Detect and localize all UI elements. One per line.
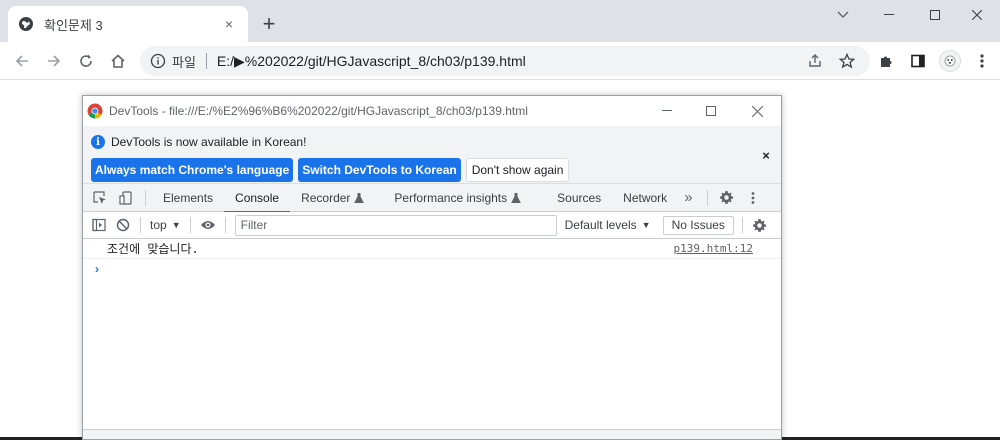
address-bar[interactable]: 파일 E:/▶%202022/git/HGJavascript_8/ch03/p… [140, 46, 870, 76]
maximize-button[interactable] [912, 0, 958, 30]
new-tab-button[interactable]: + [258, 13, 280, 35]
issues-button[interactable]: No Issues [662, 215, 734, 235]
tab-title: 확인문제 3 [44, 17, 103, 33]
url-text[interactable]: E:/▶%202022/git/HGJavascript_8/ch03/p139… [217, 53, 526, 70]
live-expression-eye-icon[interactable] [196, 212, 220, 238]
devtools-minimize-button[interactable] [645, 96, 689, 126]
file-scheme-label: 파일 [172, 54, 196, 70]
devtools-maximize-button[interactable] [689, 96, 733, 126]
context-selector[interactable]: top ▼ [146, 218, 185, 232]
context-selector-value: top [150, 218, 167, 232]
settings-gear-icon[interactable] [714, 184, 740, 212]
globe-icon [18, 16, 34, 32]
log-message: 조건에 맞습니다. [107, 242, 199, 256]
device-toolbar-icon[interactable] [113, 184, 139, 212]
chrome-menu-icon[interactable] [970, 49, 994, 73]
console-settings-gear-icon[interactable] [748, 212, 772, 238]
tab-strip: 확인문제 3 × + [0, 0, 1000, 42]
flask-icon [354, 192, 365, 203]
tabs-separator [706, 189, 708, 206]
inspect-element-icon[interactable] [87, 184, 113, 212]
clear-console-icon[interactable] [111, 212, 135, 238]
log-source-link[interactable]: p139.html:12 [674, 242, 753, 255]
tab-performance-insights[interactable]: Performance insights [383, 184, 532, 212]
minimize-button[interactable] [866, 0, 912, 30]
toolbar-separator [224, 217, 226, 233]
console-log-row: 조건에 맞습니다. p139.html:12 [83, 239, 781, 259]
devtools-window: DevTools - file:///E:/%E2%96%B6%202022/g… [82, 95, 782, 440]
profile-avatar[interactable] [938, 49, 962, 73]
log-levels-dropdown[interactable]: Default levels ▼ [565, 218, 651, 232]
browser-tab[interactable]: 확인문제 3 × [8, 6, 248, 42]
site-info-icon[interactable] [150, 53, 166, 69]
tab-network[interactable]: Network [612, 184, 678, 212]
tab-recorder[interactable]: Recorder [290, 184, 375, 212]
close-window-button[interactable] [954, 0, 1000, 30]
infobar-close-icon[interactable]: × [759, 148, 773, 163]
tab-sources[interactable]: Sources [546, 184, 612, 212]
console-toolbar: top ▼ Filter Default levels ▼ No Issues [83, 212, 781, 239]
bookmark-star-icon[interactable] [836, 50, 858, 72]
sidebar-toggle-icon[interactable] [87, 212, 111, 238]
home-icon[interactable] [106, 49, 130, 73]
browser-toolbar: 파일 E:/▶%202022/git/HGJavascript_8/ch03/p… [0, 42, 1000, 80]
devtools-titlebar[interactable]: DevTools - file:///E:/%E2%96%B6%202022/g… [83, 96, 781, 126]
devtools-panel-tabs: Elements Console Recorder Performance in… [83, 184, 781, 213]
language-infobar: i DevTools is now available in Korean! A… [83, 126, 781, 184]
flask-icon [511, 192, 521, 203]
chrome-logo-icon [87, 103, 103, 119]
more-tabs-button[interactable]: » [678, 184, 698, 212]
infobar-message: DevTools is now available in Korean! [111, 135, 307, 149]
toolbar-separator [140, 217, 141, 233]
omnibox-separator [205, 53, 207, 69]
devtools-close-button[interactable] [735, 96, 779, 126]
reload-icon[interactable] [74, 49, 98, 73]
tab-elements[interactable]: Elements [152, 184, 224, 212]
toolbar-separator [741, 217, 743, 233]
always-match-language-button[interactable]: Always match Chrome's language [91, 158, 294, 182]
caret-down-icon: ▼ [641, 220, 651, 230]
side-panel-icon[interactable] [906, 49, 930, 73]
tabs-separator [145, 189, 146, 206]
forward-arrow-icon[interactable] [42, 49, 66, 73]
filter-input[interactable]: Filter [234, 214, 557, 236]
tab-recorder-label: Recorder [301, 190, 351, 205]
tab-search-icon[interactable] [820, 0, 866, 30]
console-prompt-chevron-icon[interactable]: › [91, 261, 103, 277]
dont-show-again-button[interactable]: Don't show again [465, 158, 570, 182]
devtools-title: DevTools - file:///E:/%E2%96%B6%202022/g… [109, 104, 528, 118]
info-icon: i [91, 135, 105, 149]
devtools-drawer [83, 429, 781, 439]
log-levels-value: Default levels [564, 218, 637, 232]
devtools-menu-icon[interactable] [740, 184, 766, 212]
switch-to-korean-button[interactable]: Switch DevTools to Korean [298, 158, 461, 182]
tab-performance-insights-label: Performance insights [394, 190, 508, 205]
caret-down-icon: ▼ [171, 220, 181, 230]
tab-console[interactable]: Console [224, 184, 291, 213]
back-arrow-icon[interactable] [10, 49, 34, 73]
extensions-puzzle-icon[interactable] [874, 49, 898, 73]
toolbar-separator [189, 217, 191, 233]
share-icon[interactable] [804, 50, 826, 72]
console-output: 조건에 맞습니다. p139.html:12 › [83, 239, 781, 439]
tab-close-icon[interactable]: × [220, 15, 238, 33]
